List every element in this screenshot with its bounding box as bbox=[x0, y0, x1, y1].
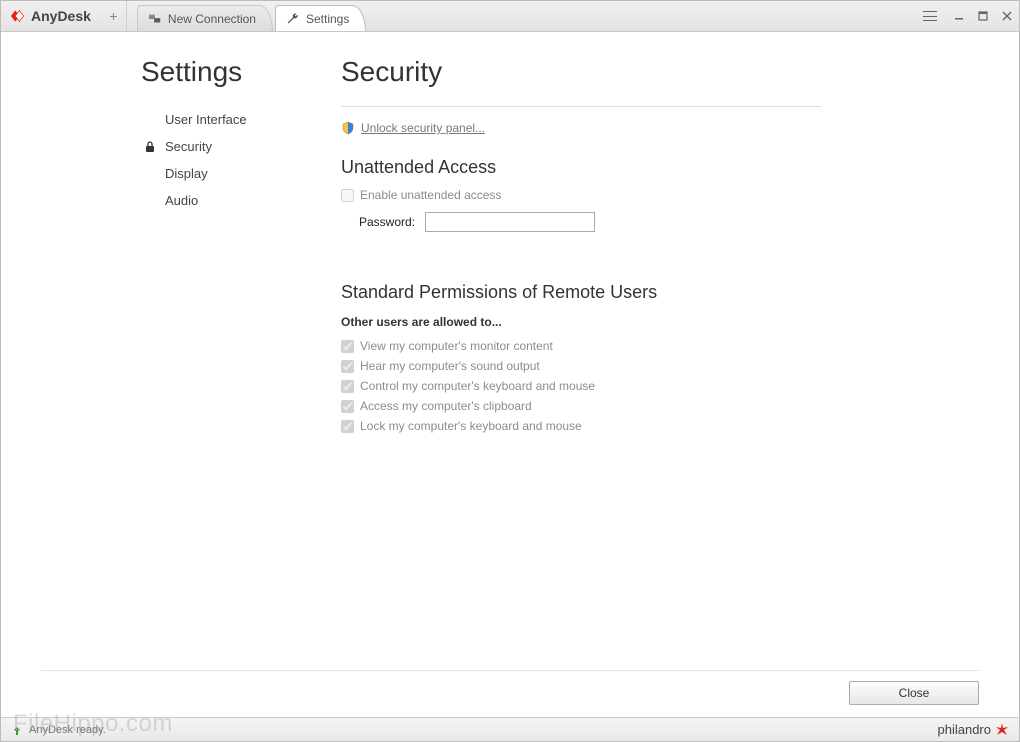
enable-unattended-checkbox[interactable] bbox=[341, 189, 354, 202]
shield-icon bbox=[341, 121, 355, 135]
status-ready-icon bbox=[11, 724, 23, 736]
perm-hear-sound[interactable]: Hear my computer's sound output bbox=[341, 359, 979, 373]
perm-label: Hear my computer's sound output bbox=[360, 359, 540, 373]
app-window: AnyDesk + New Connection Settings bbox=[0, 0, 1020, 742]
permissions-subtitle: Other users are allowed to... bbox=[341, 315, 979, 329]
perm-clipboard[interactable]: Access my computer's clipboard bbox=[341, 399, 979, 413]
statusbar: FileHippo.com AnyDesk ready. philandro bbox=[1, 717, 1019, 741]
app-name: AnyDesk bbox=[31, 8, 91, 24]
sidebar-item-label: Security bbox=[165, 139, 212, 154]
password-input[interactable] bbox=[425, 212, 595, 232]
unlock-row: Unlock security panel... bbox=[341, 121, 979, 135]
tab-strip: New Connection Settings bbox=[137, 1, 368, 31]
vendor-star-icon bbox=[995, 723, 1009, 737]
perm-checkbox[interactable] bbox=[341, 360, 354, 373]
perm-checkbox[interactable] bbox=[341, 400, 354, 413]
sidebar-item-label: Display bbox=[165, 166, 208, 181]
perm-label: Control my computer's keyboard and mouse bbox=[360, 379, 595, 393]
vendor-brand: philandro bbox=[938, 722, 1010, 737]
tab-new-connection[interactable]: New Connection bbox=[137, 5, 273, 31]
perm-checkbox[interactable] bbox=[341, 380, 354, 393]
perm-control-kbm[interactable]: Control my computer's keyboard and mouse bbox=[341, 379, 979, 393]
sidebar-item-label: Audio bbox=[165, 193, 198, 208]
menu-button[interactable] bbox=[919, 5, 941, 27]
unattended-title: Unattended Access bbox=[341, 157, 979, 178]
tab-label: New Connection bbox=[168, 12, 256, 26]
settings-main: Security Unlock security panel... Unatte… bbox=[321, 56, 979, 717]
unlock-security-link[interactable]: Unlock security panel... bbox=[361, 121, 485, 135]
perm-label: Access my computer's clipboard bbox=[360, 399, 532, 413]
sidebar-title: Settings bbox=[141, 56, 321, 88]
tab-label: Settings bbox=[306, 12, 349, 26]
maximize-button[interactable] bbox=[971, 5, 995, 27]
enable-unattended-row[interactable]: Enable unattended access bbox=[341, 188, 979, 202]
wrench-icon bbox=[286, 12, 300, 26]
status-left: AnyDesk ready. bbox=[11, 724, 106, 736]
sidebar-item-display[interactable]: Display bbox=[141, 160, 321, 187]
password-label: Password: bbox=[359, 215, 415, 229]
new-tab-button[interactable]: + bbox=[101, 1, 127, 31]
permissions-title: Standard Permissions of Remote Users bbox=[341, 282, 979, 303]
status-text: AnyDesk ready. bbox=[29, 724, 106, 736]
perm-label: Lock my computer's keyboard and mouse bbox=[360, 419, 582, 433]
perm-view-monitor[interactable]: View my computer's monitor content bbox=[341, 339, 979, 353]
anydesk-logo-icon bbox=[11, 9, 25, 23]
app-logo-block: AnyDesk bbox=[1, 1, 101, 31]
close-button[interactable]: Close bbox=[849, 681, 979, 705]
sidebar-item-label: User Interface bbox=[165, 112, 247, 127]
perm-lock-kbm[interactable]: Lock my computer's keyboard and mouse bbox=[341, 419, 979, 433]
titlebar: AnyDesk + New Connection Settings bbox=[1, 1, 1019, 32]
perm-label: View my computer's monitor content bbox=[360, 339, 553, 353]
minimize-button[interactable] bbox=[947, 5, 971, 27]
perm-checkbox[interactable] bbox=[341, 420, 354, 433]
enable-unattended-label: Enable unattended access bbox=[360, 188, 501, 202]
sidebar-item-user-interface[interactable]: User Interface bbox=[141, 106, 321, 133]
password-row: Password: bbox=[359, 212, 979, 232]
content-area: Settings User Interface Security Display… bbox=[1, 32, 1019, 717]
perm-checkbox[interactable] bbox=[341, 340, 354, 353]
button-bar: Close bbox=[849, 681, 979, 705]
sidebar-item-audio[interactable]: Audio bbox=[141, 187, 321, 214]
tab-settings[interactable]: Settings bbox=[275, 5, 366, 31]
permissions-list: View my computer's monitor content Hear … bbox=[341, 339, 979, 433]
lock-icon bbox=[143, 141, 157, 153]
divider bbox=[341, 106, 821, 107]
connection-icon bbox=[148, 12, 162, 26]
vendor-name: philandro bbox=[938, 722, 992, 737]
close-window-button[interactable] bbox=[995, 5, 1019, 27]
settings-sidebar: Settings User Interface Security Display… bbox=[141, 56, 321, 717]
sidebar-item-security[interactable]: Security bbox=[141, 133, 321, 160]
window-controls bbox=[919, 1, 1019, 31]
page-title: Security bbox=[341, 56, 979, 88]
divider bbox=[41, 670, 979, 671]
